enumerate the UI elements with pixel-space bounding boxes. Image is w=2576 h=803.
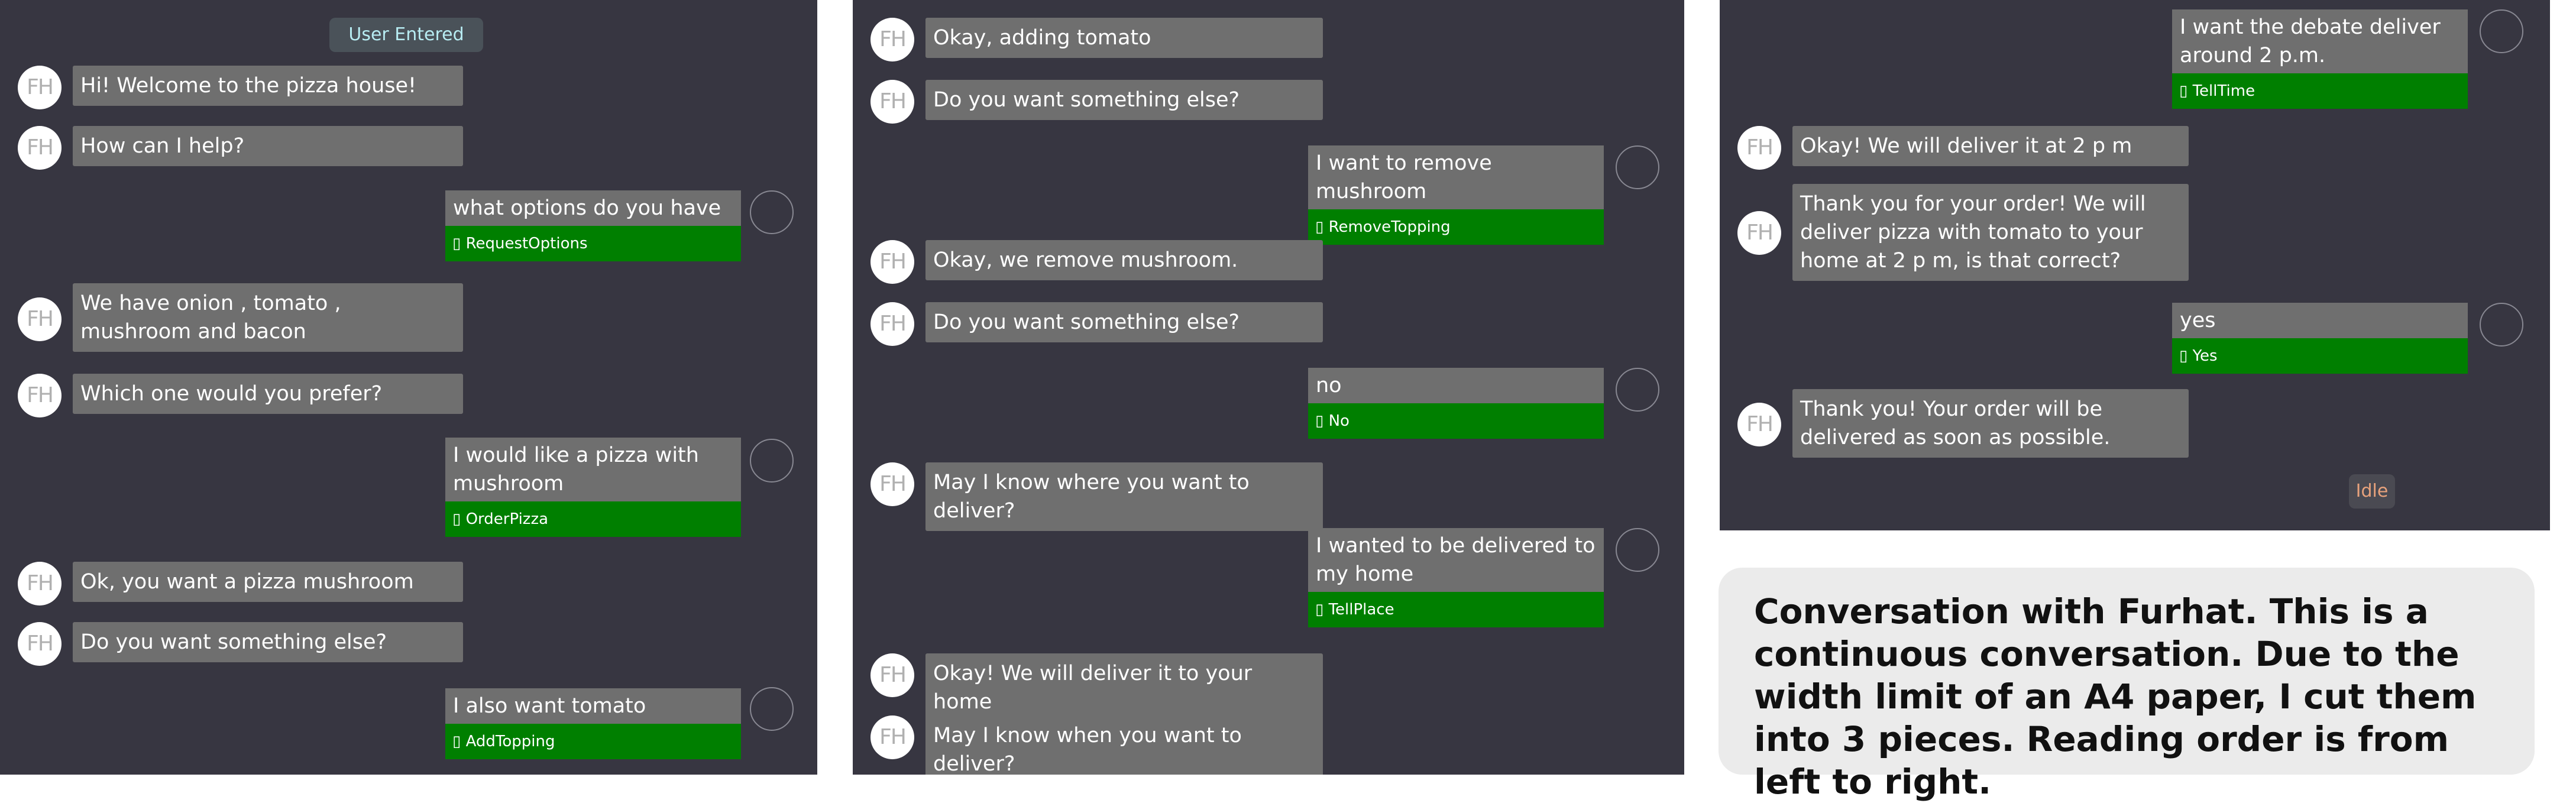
robot-avatar: FH [18, 297, 62, 341]
user-message: I want the debate deliver around 2 p.m. … [2172, 9, 2468, 109]
robot-message: Hi! Welcome to the pizza house! [73, 66, 463, 106]
caption-box: Conversation with Furhat. This is a cont… [1719, 568, 2535, 802]
robot-avatar: FH [1737, 126, 1781, 170]
user-avatar [2480, 303, 2523, 347]
robot-message: Okay! We will deliver it at 2 p m [1792, 126, 2189, 166]
intent-badge: ▯ TellPlace [1308, 592, 1604, 627]
robot-avatar: FH [870, 18, 914, 61]
user-utterance: yes [2172, 303, 2468, 338]
robot-avatar: FH [870, 653, 914, 697]
user-avatar [1616, 368, 1659, 412]
intent-badge: ▯ OrderPizza [445, 501, 741, 537]
user-utterance: I want to remove mushroom [1308, 145, 1604, 209]
caption-text: Conversation with Furhat. This is a cont… [1754, 591, 2477, 802]
robot-message: Okay, we remove mushroom. [925, 240, 1323, 280]
user-avatar [1616, 528, 1659, 572]
conversation-panel-2[interactable]: FH Okay, adding tomato FH Do you want so… [853, 0, 1684, 775]
user-avatar [2480, 9, 2523, 53]
user-utterance: I wanted to be delivered to my home [1308, 528, 1604, 592]
intent-badge: ▯ No [1308, 403, 1604, 439]
status-badge: User Entered [329, 18, 483, 52]
robot-avatar: FH [870, 715, 914, 759]
robot-message: Okay! We will deliver it to your home [925, 653, 1323, 722]
user-message: I wanted to be delivered to my home ▯ Te… [1308, 528, 1604, 627]
robot-message: Do you want something else? [925, 302, 1323, 342]
robot-avatar: FH [18, 126, 62, 170]
intent-badge: ▯ RemoveTopping [1308, 209, 1604, 245]
intent-badge: ▯ RequestOptions [445, 226, 741, 261]
intent-badge: ▯ AddTopping [445, 724, 741, 759]
robot-message: How can I help? [73, 126, 463, 166]
user-utterance: no [1308, 368, 1604, 403]
intent-badge: ▯ TellTime [2172, 73, 2468, 109]
user-utterance: I want the debate deliver around 2 p.m. [2172, 9, 2468, 73]
user-utterance: what options do you have [445, 190, 741, 226]
robot-message: Thank you for your order! We will delive… [1792, 184, 2189, 281]
robot-avatar: FH [870, 240, 914, 284]
robot-message: Okay, adding tomato [925, 18, 1323, 58]
user-utterance: I also want tomato [445, 688, 741, 724]
robot-avatar: FH [1737, 211, 1781, 255]
robot-message: Which one would you prefer? [73, 374, 463, 414]
robot-message: Do you want something else? [73, 622, 463, 662]
user-message: I also want tomato ▯ AddTopping [445, 688, 741, 759]
user-message: no ▯ No [1308, 368, 1604, 439]
user-avatar [750, 190, 794, 234]
intent-badge: ▯ Yes [2172, 338, 2468, 374]
user-message: yes ▯ Yes [2172, 303, 2468, 374]
robot-avatar: FH [1737, 403, 1781, 446]
user-message: I want to remove mushroom ▯ RemoveToppin… [1308, 145, 1604, 245]
robot-message: May I know when you want to deliver? [925, 715, 1323, 775]
conversation-panel-1[interactable]: User Entered FH Hi! Welcome to the pizza… [0, 0, 817, 775]
status-badge: Idle [2349, 474, 2395, 509]
robot-avatar: FH [870, 302, 914, 346]
conversation-panel-3[interactable]: I want the debate deliver around 2 p.m. … [1720, 0, 2550, 530]
user-utterance: I would like a pizza with mushroom [445, 438, 741, 501]
robot-message: May I know where you want to deliver? [925, 462, 1323, 531]
user-message: I would like a pizza with mushroom ▯ Ord… [445, 438, 741, 537]
robot-avatar: FH [18, 622, 62, 666]
robot-message: Thank you! Your order will be delivered … [1792, 389, 2189, 458]
user-avatar [1616, 145, 1659, 189]
user-message: what options do you have ▯ RequestOption… [445, 190, 741, 261]
robot-avatar: FH [18, 66, 62, 109]
robot-message: Ok, you want a pizza mushroom [73, 562, 463, 602]
robot-avatar: FH [870, 80, 914, 124]
robot-avatar: FH [18, 562, 62, 606]
robot-avatar: FH [870, 462, 914, 506]
user-avatar [750, 687, 794, 731]
robot-avatar: FH [18, 374, 62, 417]
robot-message: Do you want something else? [925, 80, 1323, 120]
user-avatar [750, 439, 794, 483]
robot-message: We have onion , tomato , mushroom and ba… [73, 283, 463, 352]
